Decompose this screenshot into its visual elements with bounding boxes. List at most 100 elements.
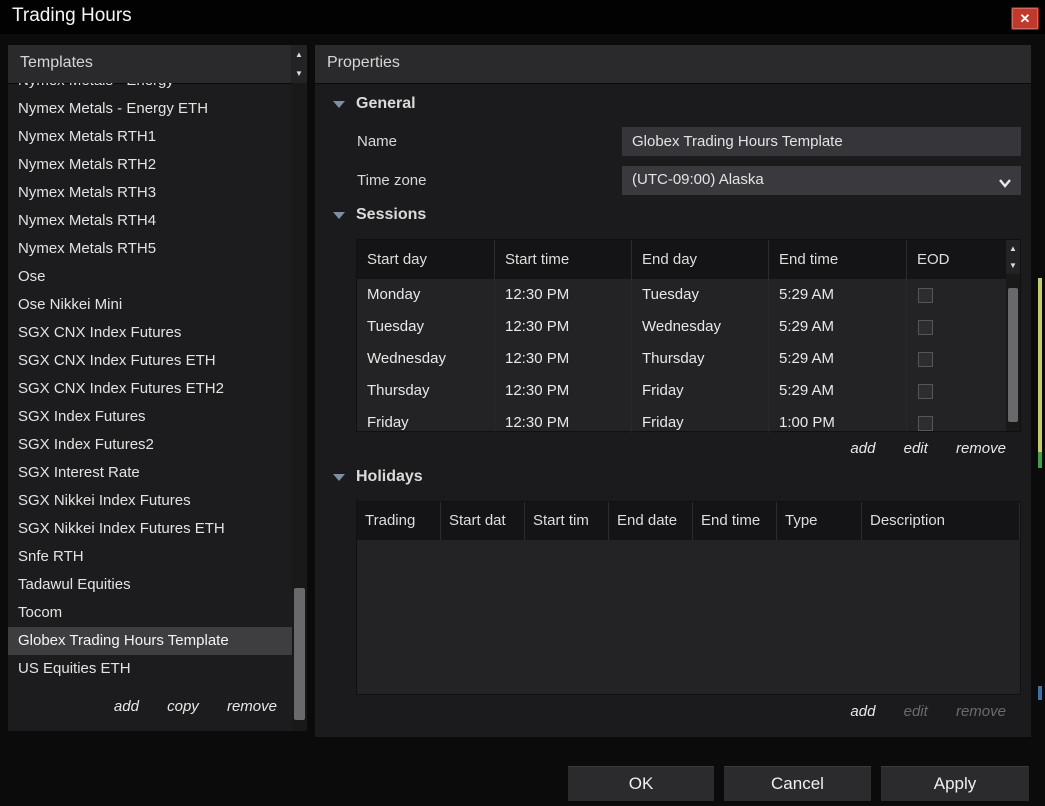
templates-copy-button[interactable]: copy: [167, 698, 199, 715]
holidays-column-header[interactable]: Start dat: [441, 502, 525, 540]
sessions-edit-button[interactable]: edit: [904, 440, 928, 457]
template-list-item[interactable]: US Equities ETH: [8, 655, 292, 683]
holidays-add-button[interactable]: add: [850, 703, 875, 720]
properties-panel-header: Properties: [315, 45, 1031, 84]
template-list-item[interactable]: Tadawul Equities: [8, 571, 292, 599]
template-list-item[interactable]: Globex Trading Hours Template: [8, 627, 292, 655]
scroll-up-icon[interactable]: ▲: [291, 45, 307, 64]
sessions-cell: 5:29 AM: [769, 343, 907, 375]
templates-add-button[interactable]: add: [114, 698, 139, 715]
sessions-cell: Monday: [357, 279, 495, 311]
timezone-dropdown[interactable]: (UTC-09:00) Alaska: [622, 166, 1021, 195]
eod-checkbox[interactable]: [918, 288, 933, 303]
sessions-add-button[interactable]: add: [850, 440, 875, 457]
titlebar[interactable]: Trading Hours ✕: [0, 0, 1045, 34]
template-list-item[interactable]: SGX Nikkei Index Futures ETH: [8, 515, 292, 543]
template-list-item[interactable]: SGX Index Futures2: [8, 431, 292, 459]
eod-checkbox[interactable]: [918, 352, 933, 367]
scroll-down-icon[interactable]: ▼: [291, 64, 307, 83]
template-list-item[interactable]: Tocom: [8, 599, 292, 627]
template-list-item[interactable]: Nymex Metals RTH5: [8, 235, 292, 263]
holidays-column-header[interactable]: Type: [777, 502, 862, 540]
sessions-cell: 1:00 PM: [769, 407, 907, 433]
sessions-section-title: Sessions: [356, 206, 427, 223]
properties-header-label: Properties: [327, 54, 400, 71]
sessions-row[interactable]: Friday 12:30 PM Friday 1:00 PM: [357, 407, 1008, 433]
eod-checkbox[interactable]: [918, 320, 933, 335]
template-list-item[interactable]: SGX CNX Index Futures ETH: [8, 347, 292, 375]
timezone-value: (UTC-09:00) Alaska: [632, 171, 764, 188]
scroll-up-icon[interactable]: ▲: [1006, 240, 1020, 257]
sessions-row[interactable]: Thursday 12:30 PM Friday 5:29 AM: [357, 375, 1008, 407]
sessions-table-body[interactable]: Monday 12:30 PM Tuesday 5:29 AM Tuesday 12:30…: [357, 279, 1008, 433]
sessions-cell: Tuesday: [632, 279, 769, 311]
sessions-eod-cell: [907, 407, 994, 433]
background-app-sliver: [1038, 452, 1042, 468]
template-list-item[interactable]: Ose: [8, 263, 292, 291]
template-list-item[interactable]: Snfe RTH: [8, 543, 292, 571]
templates-scrollbar-thumb[interactable]: [294, 588, 305, 720]
sessions-eod-cell: [907, 311, 994, 343]
general-section-header[interactable]: General: [333, 95, 416, 113]
template-list-item[interactable]: Nymex Metals RTH2: [8, 151, 292, 179]
templates-header-spinner: ▲ ▼: [291, 45, 307, 83]
holidays-column-header[interactable]: Start tim: [525, 502, 609, 540]
name-field[interactable]: [622, 127, 1021, 156]
template-list-item[interactable]: Nymex Metals RTH4: [8, 207, 292, 235]
ok-button[interactable]: OK: [568, 766, 714, 801]
template-list-item[interactable]: Nymex Metals RTH3: [8, 179, 292, 207]
sessions-column-header[interactable]: End time: [769, 240, 907, 279]
template-list-item[interactable]: Nymex Metals - Energy: [8, 83, 292, 95]
sessions-row[interactable]: Monday 12:30 PM Tuesday 5:29 AM: [357, 279, 1008, 311]
sessions-column-header[interactable]: Start day: [357, 240, 495, 279]
sessions-remove-button[interactable]: remove: [956, 440, 1006, 457]
sessions-cell: 5:29 AM: [769, 279, 907, 311]
template-list-item[interactable]: SGX Index Futures: [8, 403, 292, 431]
chevron-down-icon: [998, 175, 1012, 193]
apply-button[interactable]: Apply: [881, 766, 1029, 801]
holidays-remove-button: remove: [955, 703, 1006, 720]
templates-header-label: Templates: [20, 54, 93, 71]
template-list-item[interactable]: Nymex Metals RTH1: [8, 123, 292, 151]
sessions-column-header[interactable]: End day: [632, 240, 769, 279]
holidays-section-header[interactable]: Holidays: [333, 468, 423, 486]
sessions-section-header[interactable]: Sessions: [333, 206, 426, 224]
template-list-item[interactable]: Ose Nikkei Mini: [8, 291, 292, 319]
scroll-down-icon[interactable]: ▼: [1006, 257, 1020, 274]
sessions-column-header[interactable]: Start time: [495, 240, 632, 279]
sessions-eod-cell: [907, 375, 994, 407]
holidays-column-header[interactable]: End date: [609, 502, 693, 540]
sessions-row[interactable]: Tuesday 12:30 PM Wednesday 5:29 AM: [357, 311, 1008, 343]
sessions-cell: 12:30 PM: [495, 343, 632, 375]
templates-remove-button[interactable]: remove: [227, 698, 277, 715]
holidays-actions: add edit remove: [315, 703, 1006, 720]
sessions-scrollbar-thumb[interactable]: [1008, 288, 1018, 422]
close-icon: ✕: [1019, 10, 1031, 26]
template-list-item[interactable]: SGX Nikkei Index Futures: [8, 487, 292, 515]
sessions-scrollbar[interactable]: ▲ ▼: [1006, 240, 1020, 431]
holidays-column-header[interactable]: Description: [862, 502, 1020, 540]
sessions-column-header[interactable]: EOD: [907, 240, 1008, 279]
sessions-cell: Tuesday: [357, 311, 495, 343]
template-list-item[interactable]: Nymex Metals - Energy ETH: [8, 95, 292, 123]
sessions-cell: Wednesday: [357, 343, 495, 375]
templates-scrollbar[interactable]: [292, 83, 307, 731]
holidays-column-header[interactable]: End time: [693, 502, 777, 540]
cancel-button[interactable]: Cancel: [724, 766, 871, 801]
template-list-item[interactable]: SGX CNX Index Futures: [8, 319, 292, 347]
sessions-row[interactable]: Wednesday 12:30 PM Thursday 5:29 AM: [357, 343, 1008, 375]
sessions-eod-cell: [907, 343, 994, 375]
sessions-cell: Wednesday: [632, 311, 769, 343]
template-list-item[interactable]: SGX Interest Rate: [8, 459, 292, 487]
eod-checkbox[interactable]: [918, 384, 933, 399]
sessions-cell: Friday: [632, 375, 769, 407]
templates-list[interactable]: Nymex Metals - EnergyNymex Metals - Ener…: [8, 83, 292, 691]
sessions-table: Start day Start time End day End time EOD Mo…: [356, 239, 1021, 433]
close-button[interactable]: ✕: [1011, 7, 1039, 30]
template-list-item[interactable]: SGX CNX Index Futures ETH2: [8, 375, 292, 403]
timezone-label: Time zone: [357, 172, 427, 189]
name-label: Name: [357, 133, 398, 150]
holidays-column-header[interactable]: Trading: [357, 502, 441, 540]
eod-checkbox[interactable]: [918, 416, 933, 431]
holidays-section-title: Holidays: [356, 468, 423, 485]
